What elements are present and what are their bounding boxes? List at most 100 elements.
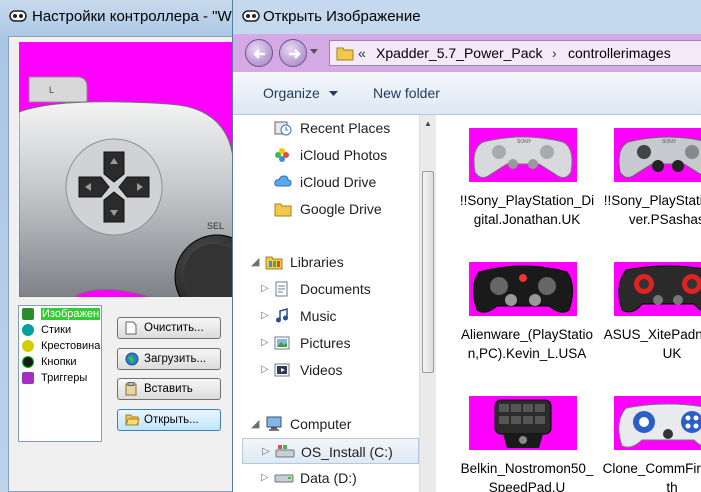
nav-computer[interactable]: ◢ Computer: [233, 411, 419, 437]
list-item-triggers[interactable]: Триггеры: [19, 370, 101, 386]
gamepad-icon: [242, 10, 260, 22]
list-item-dpad[interactable]: Крестовина: [19, 338, 101, 354]
back-button[interactable]: [245, 39, 273, 67]
open-button[interactable]: Открыть...: [117, 409, 221, 431]
alienware-controller-thumbnail: [473, 265, 573, 313]
svg-text:SONY: SONY: [662, 139, 677, 145]
blank-page-icon: [125, 321, 137, 335]
computer-icon: [266, 416, 282, 431]
open-folder-icon: [125, 414, 140, 426]
pictures-icon: [274, 336, 290, 350]
svg-text:SONY: SONY: [517, 139, 532, 145]
organize-menu[interactable]: Organize: [263, 85, 338, 101]
controller-settings-title: Настройки контроллера - "W: [32, 8, 232, 25]
nav-data-drive[interactable]: ▷ Data (D:): [233, 465, 419, 491]
sticks-category-icon: [22, 324, 34, 336]
load-button[interactable]: Загрузить...: [117, 348, 221, 370]
expand-arrow-icon[interactable]: ▷: [261, 276, 269, 302]
music-icon: [276, 308, 288, 323]
cloud-icon: [274, 175, 292, 187]
mapping-category-list[interactable]: Изображен Стики Крестовина Кнопки Тригге…: [18, 305, 102, 442]
list-item-buttons[interactable]: Кнопки: [19, 354, 101, 370]
file-thumbnail: [614, 396, 701, 450]
recent-locations-dropdown[interactable]: [309, 48, 319, 56]
playstation-controller-image: L SEL: [19, 76, 234, 297]
nav-icloud-drive[interactable]: iCloud Drive: [233, 169, 419, 195]
clone-controller-thumbnail: [618, 403, 701, 448]
folder-icon: [274, 203, 292, 217]
nav-documents[interactable]: ▷ Documents: [233, 276, 419, 302]
forward-button[interactable]: [279, 39, 307, 67]
chevron-down-icon: [328, 91, 338, 97]
file-thumbnail: [614, 262, 701, 316]
paste-button[interactable]: Вставить: [117, 378, 221, 400]
file-list: SONY !!Sony_PlayStation_Digital.Jonathan…: [436, 115, 701, 492]
file-thumbnail: [469, 262, 577, 316]
controller-settings-window: Настройки контроллера - "W L SEL Изображ…: [0, 0, 240, 492]
drive-icon: [274, 474, 294, 483]
breadcrumb-separator[interactable]: ›: [552, 41, 557, 65]
navigation-pane: Recent Places iCloud Photos iCloud Drive…: [233, 115, 419, 492]
file-thumbnail: [469, 396, 577, 450]
navigation-pane-scrollbar[interactable]: ▲: [419, 115, 437, 492]
dialog-title: Открыть Изображение: [263, 8, 421, 25]
sony-controller-thumbnail: SONY: [473, 136, 573, 178]
nav-libraries[interactable]: ◢ Libraries: [233, 249, 419, 275]
gamepad-icon: [9, 10, 27, 22]
libraries-icon: [265, 256, 283, 270]
scroll-up-icon[interactable]: ▲: [424, 119, 432, 128]
new-folder-button[interactable]: New folder: [373, 85, 440, 101]
belkin-nostromo-thumbnail: [494, 399, 552, 448]
file-name: Belkin_Nostromon50_SpeedPad.U: [460, 461, 594, 492]
navigation-bar: « Xpadder_5.7_Power_Pack › controllerima…: [233, 34, 701, 72]
scrollbar-thumb[interactable]: [422, 171, 434, 373]
controller-settings-titlebar[interactable]: Настройки контроллера - "W: [0, 0, 240, 36]
file-name: !!Sony_PlayStation_Digital.Jonathan.UK: [459, 193, 595, 227]
breadcrumb-controllerimages[interactable]: controllerimages: [568, 41, 671, 65]
nav-os-install-drive[interactable]: ▷ OS_Install (C:): [242, 438, 419, 464]
image-category-icon: [22, 308, 34, 320]
folder-icon: [336, 47, 354, 61]
icloud-photos-icon: [275, 148, 289, 162]
videos-icon: [274, 363, 290, 377]
file-name: ASUS_XitePadnathan.UK: [603, 327, 701, 361]
command-bar: Organize New folder: [233, 72, 701, 115]
nav-icloud-photos[interactable]: iCloud Photos: [233, 142, 419, 168]
collapse-arrow-icon[interactable]: ◢: [251, 411, 259, 437]
l-shoulder-label: L: [49, 85, 54, 95]
open-image-dialog: Открыть Изображение « Xpadder_5.7_Power_…: [232, 0, 701, 492]
dpad-category-icon: [22, 340, 34, 352]
asus-controller-thumbnail: [618, 265, 701, 313]
nav-pictures[interactable]: ▷ Pictures: [233, 330, 419, 356]
windows-drive-icon: [275, 445, 295, 458]
expand-arrow-icon[interactable]: ▷: [261, 330, 269, 356]
expand-arrow-icon[interactable]: ▷: [261, 465, 269, 491]
file-thumbnail: SONY: [469, 128, 577, 182]
globe-icon: [125, 352, 139, 366]
list-item-image[interactable]: Изображен: [19, 306, 101, 322]
silver-controller-thumbnail: SONY: [618, 136, 701, 178]
nav-recent-places[interactable]: Recent Places: [233, 115, 419, 141]
list-item-sticks[interactable]: Стики: [19, 322, 101, 338]
clipboard-icon: [125, 382, 137, 396]
expand-arrow-icon[interactable]: ▷: [262, 439, 270, 465]
expand-arrow-icon[interactable]: ▷: [261, 303, 269, 329]
documents-icon: [275, 281, 288, 297]
nav-google-drive[interactable]: Google Drive: [233, 196, 419, 222]
file-thumbnail: SONY: [614, 128, 701, 182]
clear-button[interactable]: Очистить...: [117, 317, 221, 339]
breadcrumb-overflow[interactable]: «: [358, 41, 366, 65]
file-name: !!Sony_PlayStation_Silver.PSashasia: [603, 193, 701, 227]
expand-arrow-icon[interactable]: ▷: [261, 357, 269, 383]
controller-image-preview: L SEL: [19, 42, 234, 297]
arrow-left-icon: [253, 49, 265, 59]
arrow-right-icon: [289, 49, 301, 59]
collapse-arrow-icon[interactable]: ◢: [251, 249, 259, 275]
nav-videos[interactable]: ▷ Videos: [233, 357, 419, 383]
nav-music[interactable]: ▷ Music: [233, 303, 419, 329]
open-image-titlebar[interactable]: Открыть Изображение: [233, 0, 701, 34]
address-bar[interactable]: « Xpadder_5.7_Power_Pack › controllerima…: [329, 40, 701, 66]
controller-settings-content: L SEL Изображен Стики Крестовина Кнопки …: [8, 36, 234, 492]
breadcrumb-xpadder-power-pack[interactable]: Xpadder_5.7_Power_Pack: [376, 41, 543, 65]
select-button-label: SEL: [207, 221, 224, 231]
